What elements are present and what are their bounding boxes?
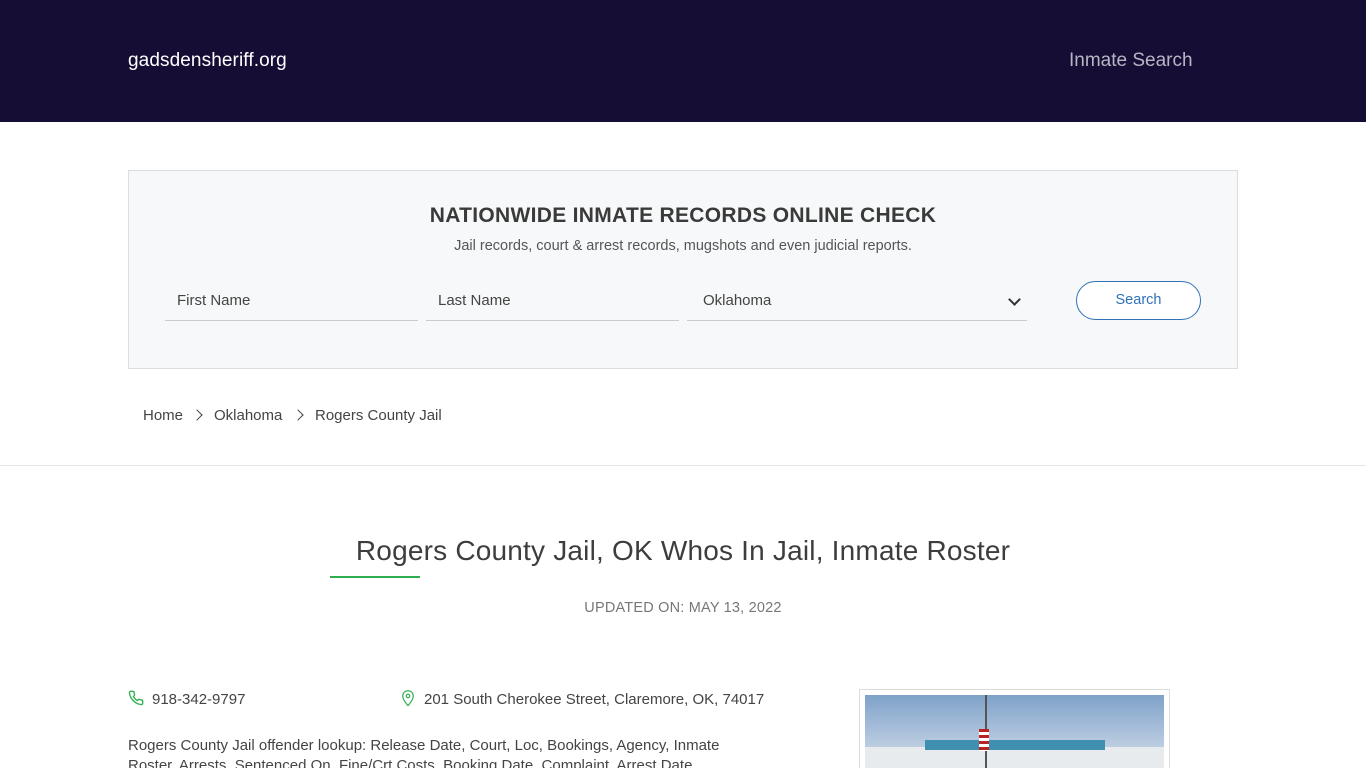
phone-link[interactable]: 918-342-9797 xyxy=(152,691,245,708)
search-button[interactable]: Search xyxy=(1076,281,1201,320)
jail-description: Rogers County Jail offender lookup: Rele… xyxy=(128,737,720,768)
site-logo-link[interactable]: gadsdensheriff.org xyxy=(128,50,287,72)
flag-icon xyxy=(979,729,989,751)
page-title: Rogers County Jail, OK Whos In Jail, Inm… xyxy=(355,535,1011,566)
first-name-input[interactable]: First Name xyxy=(165,283,418,321)
nav-inmate-search[interactable]: Inmate Search xyxy=(1069,50,1193,72)
search-panel-subtitle: Jail records, court & arrest records, mu… xyxy=(454,238,912,254)
breadcrumb-home[interactable]: Home xyxy=(143,407,183,424)
jail-building-image xyxy=(865,695,1164,768)
address-text: 201 South Cherokee Street, Claremore, OK… xyxy=(424,691,765,708)
last-name-input[interactable]: Last Name xyxy=(426,283,679,321)
chevron-right-icon xyxy=(292,409,304,421)
title-underline xyxy=(330,576,420,578)
chevron-down-icon xyxy=(1008,293,1021,306)
breadcrumb-current: Rogers County Jail xyxy=(315,407,442,424)
section-divider xyxy=(0,465,1366,466)
search-panel: NATIONWIDE INMATE RECORDS ONLINE CHECK J… xyxy=(128,170,1238,369)
state-select-value: Oklahoma xyxy=(703,292,772,309)
site-header: gadsdensheriff.org Inmate Search xyxy=(0,0,1366,122)
chevron-right-icon xyxy=(191,409,203,421)
updated-date: UPDATED ON: MAY 13, 2022 xyxy=(584,600,782,616)
phone-icon xyxy=(128,690,144,706)
state-select[interactable]: Oklahoma xyxy=(687,283,1027,321)
map-pin-icon xyxy=(402,690,414,707)
jail-photo xyxy=(859,689,1170,768)
search-panel-title: NATIONWIDE INMATE RECORDS ONLINE CHECK xyxy=(429,204,937,227)
breadcrumb-oklahoma[interactable]: Oklahoma xyxy=(214,407,282,424)
